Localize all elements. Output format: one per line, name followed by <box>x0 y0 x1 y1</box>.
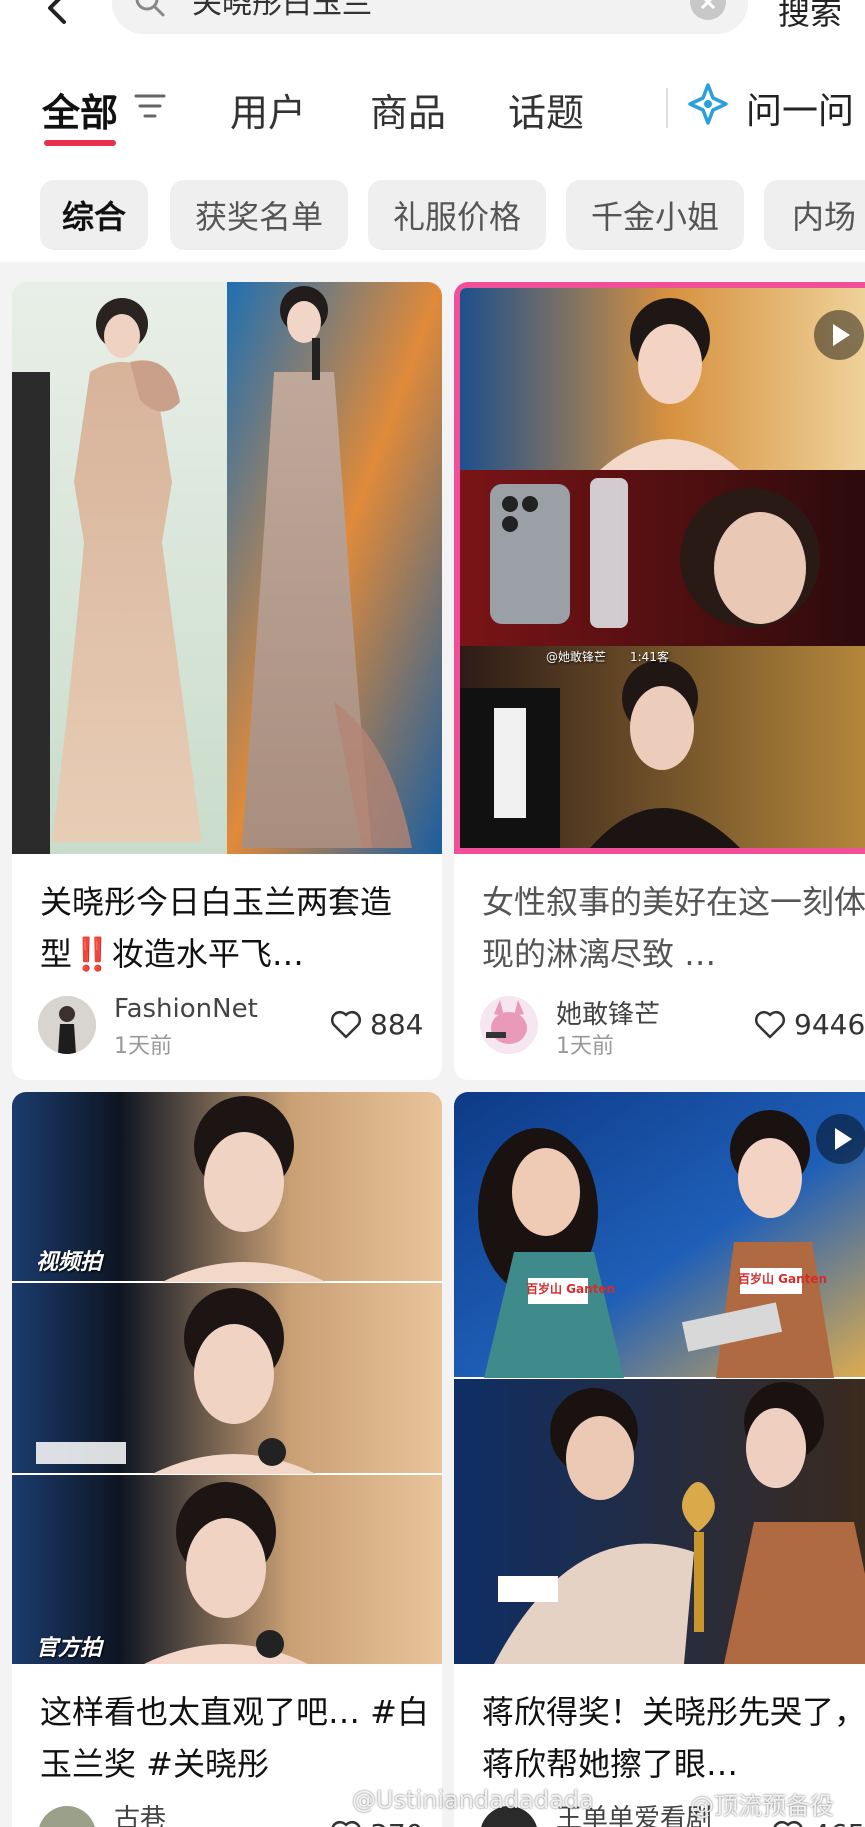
chip-award-list[interactable]: 获奖名单 <box>170 180 348 250</box>
like-count: 9446 <box>794 1008 865 1041</box>
post-time: 1天前 <box>556 1034 614 1059</box>
search-input[interactable]: 关晓彤白玉兰 <box>112 0 748 34</box>
search-query-text: 关晓彤白玉兰 <box>192 0 372 21</box>
heart-icon[interactable] <box>754 1009 786 1039</box>
play-icon <box>814 310 864 360</box>
chip-heiress[interactable]: 千金小姐 <box>566 180 744 250</box>
main-tabs: 全部 用户 商品 话题 问一问 <box>0 48 865 152</box>
tab-all[interactable]: 全部 <box>42 82 118 137</box>
post-image <box>12 282 442 854</box>
post-time: 1天前 <box>114 1034 172 1059</box>
watermark-text: @Ustiniandadadada <box>352 1786 594 1814</box>
post-title: 女性叙事的美好在这一刻体现的淋漓尽致 … <box>482 883 865 973</box>
image-watermark: 1:41客 <box>630 650 669 664</box>
back-arrow-icon[interactable] <box>40 0 76 26</box>
author-name[interactable]: FashionNet <box>114 994 258 1024</box>
author-name[interactable]: 古巷 <box>114 1798 166 1827</box>
image-watermark: @她敢锋芒 <box>546 650 607 664</box>
active-tab-indicator <box>44 140 116 146</box>
play-icon <box>816 1114 865 1164</box>
sponsor-logo-text: 百岁山 Ganten <box>526 1282 616 1296</box>
tab-users[interactable]: 用户 <box>230 82 306 137</box>
image-caption: 官方拍 <box>36 1636 103 1661</box>
post-image: 百岁山 Ganten 百岁山 Ganten <box>454 1092 865 1664</box>
tab-products[interactable]: 商品 <box>370 82 446 137</box>
ask-sparkle-icon[interactable] <box>686 82 730 126</box>
tab-divider <box>666 88 668 128</box>
author-name[interactable]: 她敢锋芒 <box>556 994 660 1031</box>
chip-comprehensive[interactable]: 综合 <box>40 180 148 250</box>
like-count: 884 <box>370 1008 424 1041</box>
filter-chips: 综合 获奖名单 礼服价格 千金小姐 内场 <box>0 152 865 262</box>
heart-icon[interactable] <box>330 1819 362 1827</box>
clear-search-icon[interactable] <box>690 0 726 20</box>
feed-card[interactable]: @她敢锋芒 1:41客 女性叙事的美好在这一刻体现的淋漓尽致 … 她敢锋芒 1天… <box>454 282 865 1080</box>
sponsor-logo-text: 百岁山 Ganten <box>738 1272 828 1286</box>
like-count: 370 <box>370 1818 423 1827</box>
feed-card[interactable]: 关晓彤今日白玉兰两套造型‼️妆造水平飞… FashionNet 1天前 884 <box>12 282 442 1080</box>
chip-inside-venue[interactable]: 内场 <box>764 180 865 250</box>
post-title: 关晓彤今日白玉兰两套造型‼️妆造水平飞… <box>40 883 393 973</box>
post-title: 蒋欣得奖！关晓彤先哭了，蒋欣帮她擦了眼… <box>482 1693 865 1783</box>
heart-icon[interactable] <box>330 1009 362 1039</box>
post-title: 这样看也太直观了吧… #白玉兰奖 #关晓彤 <box>40 1693 429 1783</box>
avatar[interactable] <box>38 1806 96 1827</box>
avatar[interactable] <box>480 996 538 1054</box>
search-button[interactable]: 搜索 <box>778 0 842 34</box>
filter-icon[interactable] <box>134 93 166 119</box>
ask-button[interactable]: 问一问 <box>746 82 854 134</box>
top-search-bar: 关晓彤白玉兰 搜索 <box>0 0 865 48</box>
feed-card[interactable]: 视频拍 官方拍 这样看也太直观了吧… #白玉兰奖 #关晓彤 古巷 370 <box>12 1092 442 1827</box>
post-image: 视频拍 官方拍 <box>12 1092 442 1664</box>
search-icon <box>135 0 165 17</box>
chip-gown-price[interactable]: 礼服价格 <box>368 180 546 250</box>
tab-topics[interactable]: 话题 <box>508 82 584 137</box>
watermark-text: @顶流预备役 <box>690 1792 834 1820</box>
post-image: @她敢锋芒 1:41客 <box>454 282 865 854</box>
image-caption: 视频拍 <box>36 1250 103 1275</box>
avatar[interactable] <box>38 996 96 1054</box>
feed-card[interactable]: 百岁山 Ganten 百岁山 Ganten 蒋欣得奖！关晓彤先哭了，蒋欣帮她擦了… <box>454 1092 865 1827</box>
